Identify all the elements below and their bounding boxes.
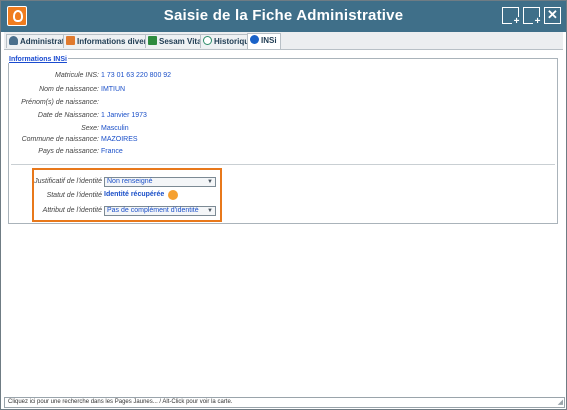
plus-icon: + <box>512 16 521 27</box>
chevron-down-icon: ▼ <box>207 179 213 185</box>
nom-naissance-label: Nom de naissance: <box>39 86 99 93</box>
matricule-value: 1 73 01 63 220 800 92 <box>101 72 172 79</box>
window-title: Saisie de la Fiche Administrative <box>163 7 404 24</box>
attribut-value: Pas de complément d'identité <box>107 207 199 214</box>
attribut-label: Attribut de l'identité <box>42 207 102 214</box>
status-bar[interactable]: Cliquez ici pour une recherche dans les … <box>4 397 565 408</box>
justificatif-value: Non renseigné <box>107 178 153 185</box>
status-dot-icon <box>168 190 178 200</box>
tab-label: INSi <box>261 36 277 45</box>
prenom-naissance-label: Prénom(s) de naissance: <box>21 99 99 106</box>
commune-naissance-value: MAZOIRES <box>101 136 138 143</box>
date-naissance-label: Date de Naissance: <box>37 112 99 119</box>
justificatif-label: Justificatif de l'identité <box>34 178 102 185</box>
plus-icon: + <box>533 16 542 27</box>
nom-naissance-value: IMTIUN <box>101 86 126 93</box>
history-icon <box>203 36 212 45</box>
matricule-label: Matricule INS: <box>55 72 99 79</box>
tab-insi[interactable]: INSi <box>247 33 281 49</box>
date-naissance-value: 1 Janvier 1973 <box>101 112 147 119</box>
status-bar-text: Cliquez ici pour une recherche dans les … <box>8 399 233 405</box>
pays-naissance-label: Pays de naissance: <box>38 148 99 155</box>
check-circle-icon <box>250 35 259 44</box>
title-bar: Saisie de la Fiche Administrative + + ✕ <box>1 1 566 32</box>
statut-label: Statut de l'identité <box>46 192 102 199</box>
close-button[interactable]: ✕ <box>544 7 561 24</box>
section-title[interactable]: Informations INSi <box>8 56 68 63</box>
divider <box>11 164 555 165</box>
add-document-button[interactable]: + <box>523 7 542 27</box>
chevron-down-icon: ▼ <box>207 208 213 214</box>
info-card-icon <box>66 36 75 45</box>
pays-naissance-value: France <box>101 148 123 155</box>
sexe-value: Masculin <box>101 125 129 132</box>
tab-label: Administratif <box>20 37 70 46</box>
new-document-button[interactable]: + <box>502 7 521 27</box>
fiche-administrative-window: Saisie de la Fiche Administrative + + ✕ … <box>0 0 567 410</box>
person-icon <box>9 36 18 45</box>
vitale-card-icon <box>148 36 157 45</box>
justificatif-select[interactable]: Non renseigné ▼ <box>104 177 216 187</box>
sexe-label: Sexe: <box>81 125 99 132</box>
resize-grip-icon[interactable]: ◢ <box>558 398 563 407</box>
statut-value: Identité récupérée <box>104 191 165 198</box>
attribut-select[interactable]: Pas de complément d'identité ▼ <box>104 206 216 216</box>
commune-naissance-label: Commune de naissance: <box>21 136 99 143</box>
tab-bar: Administratif Informations diverses Sesa… <box>4 32 563 50</box>
